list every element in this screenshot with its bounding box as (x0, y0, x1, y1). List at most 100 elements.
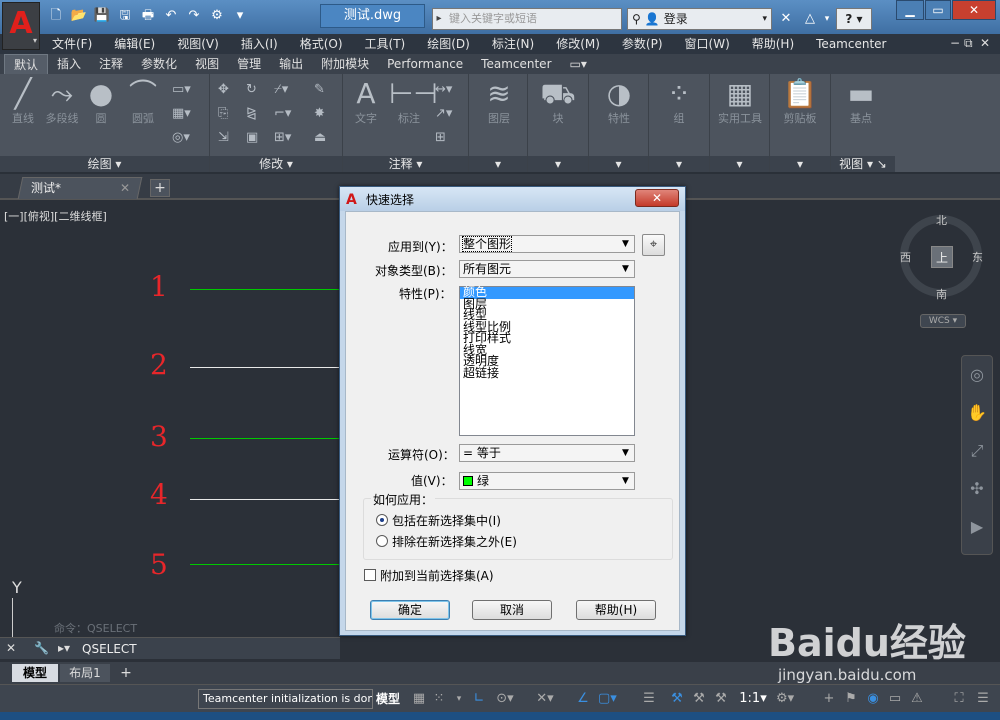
panel-utilities-expand[interactable]: ▾ (710, 156, 769, 172)
undo-icon[interactable]: ↶ (161, 6, 181, 26)
base-point-button[interactable]: ▬ 基点 (839, 78, 883, 126)
explode-icon[interactable]: ✸ (314, 106, 325, 121)
drawing-line-1[interactable] (190, 289, 350, 290)
panel-modify-title[interactable]: 修改 ▾ (210, 156, 342, 172)
include-label[interactable]: 包括在新选择集中(I) (392, 512, 501, 529)
print-icon[interactable]: 🖶 (138, 6, 158, 26)
snap-dropdown-icon[interactable]: ▾ (450, 689, 468, 709)
application-menu-button[interactable]: A ▾ (2, 2, 40, 50)
help-button[interactable]: ? ▾ (836, 8, 872, 30)
tab-addins[interactable]: 附加模块 (312, 54, 378, 74)
panel-clipboard-expand[interactable]: ▾ (770, 156, 830, 172)
tab-teamcenter[interactable]: Teamcenter (472, 54, 560, 74)
drawing-line-2[interactable] (190, 367, 350, 368)
menu-help[interactable]: 帮助(H) (752, 34, 794, 54)
doc-minimize-icon[interactable]: − (950, 36, 960, 50)
linear-dim-icon[interactable]: ↔▾ (435, 82, 452, 97)
new-file-icon[interactable]: 🗋 (46, 6, 66, 26)
isolate-icon[interactable]: ⚑ (842, 689, 860, 709)
text-button[interactable]: A 文字 (349, 78, 383, 126)
panel-layer-expand[interactable]: ▾ (469, 156, 527, 172)
doc-restore-icon[interactable]: ⧉ (964, 36, 973, 51)
panel-annotation-title[interactable]: 注释 ▾ (343, 156, 468, 172)
close-window-button[interactable]: ✕ (952, 0, 996, 20)
properties-list[interactable]: 颜色 图层 线型 线型比例 打印样式 线宽 透明度 超链接 (459, 286, 635, 436)
new-tab-button[interactable]: + (150, 179, 170, 197)
steering-wheel-icon[interactable]: ◎ (962, 356, 992, 394)
qat-dropdown-icon[interactable]: ▾ (230, 6, 250, 26)
properties-button[interactable]: ◑ 特性 (597, 78, 641, 126)
close-tab-icon[interactable]: ✕ (120, 181, 130, 195)
drawing-line-4[interactable] (190, 499, 350, 500)
polyline-button[interactable]: ⤳ 多段线 (42, 78, 82, 126)
command-input[interactable]: QSELECT (82, 642, 137, 656)
lineweight-icon[interactable]: ☰ (640, 689, 658, 709)
drawing-line-3[interactable] (190, 438, 350, 439)
layer-button[interactable]: ≋ 图层 (477, 78, 521, 126)
circle-button[interactable]: ● 圆 (84, 78, 118, 126)
ribbon-options-icon[interactable]: ▭▾ (561, 54, 596, 74)
menu-insert[interactable]: 插入(I) (241, 34, 278, 54)
customization-icon[interactable]: ☰ (974, 689, 992, 709)
exclude-label[interactable]: 排除在新选择集之外(E) (392, 533, 517, 550)
menu-format[interactable]: 格式(O) (300, 34, 343, 54)
menu-parametric[interactable]: 参数(P) (622, 34, 663, 54)
orbit-icon[interactable]: ✣ (962, 470, 992, 508)
tab-annotate[interactable]: 注释 (90, 54, 132, 74)
tab-manage[interactable]: 管理 (228, 54, 270, 74)
append-label[interactable]: 附加到当前选择集(A) (380, 567, 494, 584)
polar-icon[interactable]: ⊙▾ (496, 689, 514, 709)
table-icon[interactable]: ⊞ (435, 130, 446, 145)
redo-icon[interactable]: ↷ (184, 6, 204, 26)
tab-view[interactable]: 视图 (186, 54, 228, 74)
model-space-button[interactable]: 模型 (376, 689, 406, 709)
mirror-icon[interactable]: ⧎ (246, 106, 257, 121)
wcs-menu[interactable]: WCS ▾ (920, 314, 966, 328)
save-icon[interactable]: 💾 (92, 6, 112, 26)
tab-output[interactable]: 输出 (270, 54, 312, 74)
rotate-icon[interactable]: ↻ (246, 82, 257, 97)
tab-parametric[interactable]: 参数化 (132, 54, 186, 74)
stretch-icon[interactable]: ⇲ (218, 130, 229, 145)
menu-view[interactable]: 视图(V) (177, 34, 219, 54)
showmotion-icon[interactable]: ▶ (962, 508, 992, 546)
fillet-icon[interactable]: ⌐▾ (274, 106, 291, 121)
select-objects-button[interactable]: ⌖ (642, 234, 665, 256)
group-button[interactable]: ⁘ 组 (657, 78, 701, 126)
binoculars-icon[interactable]: ⚲ (632, 9, 641, 29)
panel-properties-expand[interactable]: ▾ (589, 156, 648, 172)
hatch-icon[interactable]: ▦▾ (172, 106, 191, 121)
panel-view-title[interactable]: 视图 ▾ ↘ (831, 156, 895, 172)
panel-block-expand[interactable]: ▾ (528, 156, 588, 172)
recent-commands-icon[interactable]: ▸▾ (58, 641, 70, 655)
tab-default[interactable]: 默认 (4, 54, 49, 74)
dimension-button[interactable]: ⊢⊣ 标注 (389, 78, 438, 126)
workspace-switch-icon[interactable]: ⚙▾ (776, 689, 794, 709)
menu-draw[interactable]: 绘图(D) (427, 34, 470, 54)
property-hyperlink[interactable]: 超链接 (460, 367, 634, 380)
snap-icon[interactable]: ⁙ (430, 689, 448, 709)
offset-icon[interactable]: ⏏ (314, 130, 326, 145)
include-radio[interactable] (376, 514, 388, 526)
zoom-extents-icon[interactable]: ⤢ (962, 432, 992, 470)
leader-icon[interactable]: ↗▾ (435, 106, 452, 121)
customize-icon[interactable]: 🔧 (34, 641, 49, 655)
object-type-select[interactable]: 所有图元 ▼ (459, 260, 635, 278)
help-dialog-button[interactable]: 帮助(H) (576, 600, 656, 620)
value-select[interactable]: 绿 ▼ (459, 472, 635, 490)
ok-button[interactable]: 确定 (370, 600, 450, 620)
otrack-icon[interactable]: ▢▾ (598, 689, 617, 709)
dialog-close-button[interactable]: ✕ (635, 189, 679, 207)
minimize-button[interactable]: ▁ (896, 0, 924, 20)
panel-draw-title[interactable]: 绘图 ▾ (0, 156, 209, 172)
compass-south[interactable]: 南 (936, 286, 947, 302)
clean-screen-icon[interactable]: ▭ (886, 689, 904, 709)
ortho-icon[interactable]: ∟ (470, 689, 488, 709)
isodraft-icon[interactable]: ✕▾ (536, 689, 554, 709)
menu-window[interactable]: 窗口(W) (685, 34, 730, 54)
workspace-icon[interactable]: ⚙ (207, 6, 227, 26)
hardware-accel-icon[interactable]: ◉ (864, 689, 882, 709)
arc-button[interactable]: ⌒ 圆弧 (126, 78, 160, 126)
append-checkbox[interactable] (364, 569, 376, 581)
tab-insert[interactable]: 插入 (48, 54, 90, 74)
